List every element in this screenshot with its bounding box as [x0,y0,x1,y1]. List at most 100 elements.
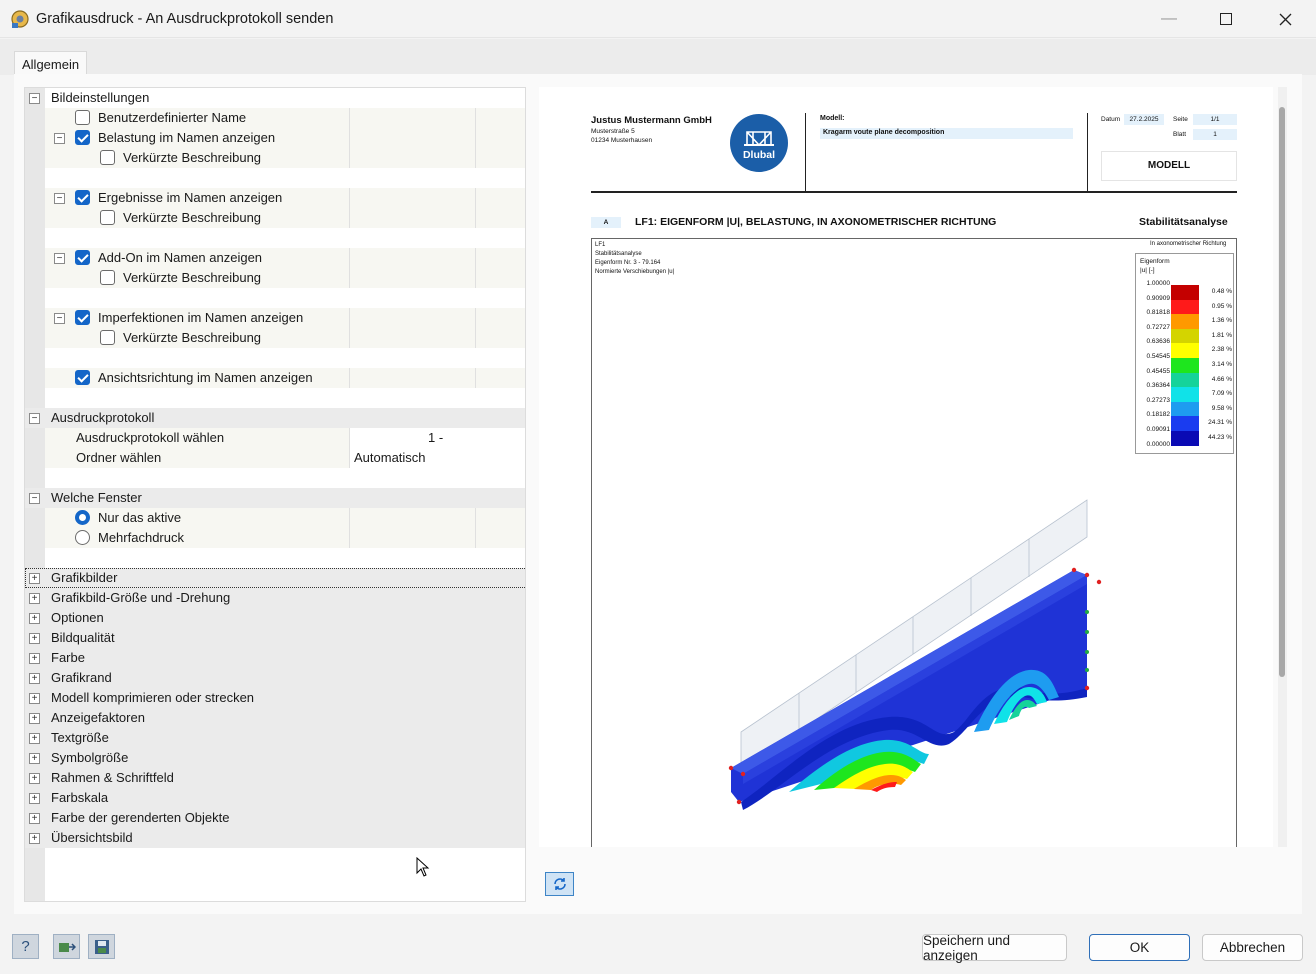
minimize-button[interactable]: — [1146,0,1192,38]
expand-icon[interactable]: + [29,613,40,624]
checkbox[interactable] [75,370,90,385]
legend-unit: |u| [-] [1140,267,1155,274]
scrollbar-thumb[interactable] [1279,107,1285,677]
section-bildqualitaet[interactable]: +Bildqualität [25,628,526,648]
color-legend: Eigenform |u| [-] 1.000000.909090.818180… [1135,253,1234,454]
tab-allgemein[interactable]: Allgemein [14,51,87,75]
expand-icon[interactable]: + [29,653,40,664]
checkbox-label: Belastung im Namen anzeigen [98,128,275,148]
model-graphic [719,492,1119,812]
checkbox[interactable] [75,310,90,325]
protokoll-value: 1 - [428,428,443,448]
radio-button[interactable] [75,530,90,545]
section-uebersichtsbild[interactable]: +Übersichtsbild [25,828,526,848]
section-anzeigefaktoren[interactable]: + Anzeigefaktoren [25,708,526,728]
section-welche-fenster[interactable]: − Welche Fenster [25,488,526,508]
export-button[interactable] [53,934,80,959]
section-optionen[interactable]: +Optionen [25,608,526,628]
section-farbskala[interactable]: +Farbskala [25,788,526,808]
expand-icon[interactable]: + [29,633,40,644]
print-preview: Justus Mustermann GmbH Musterstraße 5 01… [539,87,1273,847]
settings-tree[interactable]: − Bildeinstellungen Benutzerdefinierter … [24,87,526,902]
checkbox[interactable] [75,250,90,265]
expand-icon[interactable]: + [29,833,40,844]
checkbox[interactable] [100,330,115,345]
chapter-right: Stabilitätsanalyse [1139,216,1228,228]
expand-icon[interactable]: + [29,733,40,744]
protokoll-select[interactable]: 1 - [349,428,526,448]
tree-row-mehrfachdruck[interactable]: Mehrfachdruck [45,528,526,548]
tree-row-ergebnisse[interactable]: − Ergebnisse im Namen anzeigen [45,188,526,208]
checkbox-label: Verkürzte Beschreibung [123,148,261,168]
collapse-icon[interactable]: − [54,193,65,204]
refresh-button[interactable] [545,872,574,896]
section-textgroesse[interactable]: +Textgröße [25,728,526,748]
expand-icon[interactable]: + [29,813,40,824]
tree-row-verkuerzt-1[interactable]: Verkürzte Beschreibung [45,148,526,168]
export-icon [58,940,76,954]
collapse-icon[interactable]: − [29,93,40,104]
section-modell-komprimieren[interactable]: +Modell komprimieren oder strecken [25,688,526,708]
app-icon [10,9,30,29]
ordner-select[interactable]: Automatisch [349,448,526,468]
section-grafikbild-groesse[interactable]: +Grafikbild-Größe und -Drehung [25,588,526,608]
checkbox[interactable] [100,150,115,165]
checkbox[interactable] [75,190,90,205]
collapse-icon[interactable]: − [54,313,65,324]
checkbox[interactable] [75,130,90,145]
legend-percent: 1.81 % [1200,332,1232,339]
section-grafikbilder[interactable]: +Grafikbilder [25,568,526,588]
tree-row-addon[interactable]: − Add-On im Namen anzeigen [45,248,526,268]
ok-button[interactable]: OK [1089,934,1190,961]
tree-row-ansichtsrichtung[interactable]: Ansichtsrichtung im Namen anzeigen [45,368,526,388]
expand-icon[interactable]: + [29,693,40,704]
tree-row-verkuerzt-2[interactable]: Verkürzte Beschreibung [45,208,526,228]
section-bildeinstellungen[interactable]: − Bildeinstellungen [25,88,526,108]
expand-icon[interactable]: + [29,593,40,604]
radio-button[interactable] [75,510,90,525]
section-farbe[interactable]: +Farbe [25,648,526,668]
section-label: Grafikrand [51,668,112,688]
header-rule [591,191,1237,193]
section-rahmen-schriftfeld[interactable]: +Rahmen & Schriftfeld [25,768,526,788]
expand-icon[interactable]: + [29,753,40,764]
tree-row-verkuerzt-3[interactable]: Verkürzte Beschreibung [45,268,526,288]
section-ausdruckprotokoll[interactable]: − Ausdruckprotokoll [25,408,526,428]
checkbox-label: Benutzerdefinierter Name [98,108,246,128]
value-cell [349,328,476,348]
tree-row-imperfektionen[interactable]: − Imperfektionen im Namen anzeigen [45,308,526,328]
collapse-icon[interactable]: − [54,133,65,144]
save-and-show-button[interactable]: Speichern und anzeigen [922,934,1067,961]
save-settings-icon [94,939,110,955]
expand-icon[interactable]: + [29,713,40,724]
company-name: Justus Mustermann GmbH [591,115,712,126]
section-farbe-objekte[interactable]: +Farbe der gerenderten Objekte [25,808,526,828]
checkbox[interactable] [75,110,90,125]
collapse-icon[interactable]: − [54,253,65,264]
checkbox[interactable] [100,210,115,225]
cancel-button[interactable]: Abbrechen [1202,934,1303,961]
section-label: Anzeigefaktoren [51,708,145,728]
help-button[interactable]: ? [12,934,39,959]
expand-icon[interactable]: + [29,673,40,684]
section-grafikrand[interactable]: + Grafikrand [25,668,526,688]
tree-row-belastung[interactable]: − Belastung im Namen anzeigen [45,128,526,148]
tree-row-nur-aktive[interactable]: Nur das aktive [45,508,526,528]
close-button[interactable] [1262,0,1308,38]
save-settings-button[interactable] [88,934,115,959]
checkbox[interactable] [100,270,115,285]
expand-icon[interactable]: + [29,573,40,584]
expand-icon[interactable]: + [29,773,40,784]
expand-icon[interactable]: + [29,793,40,804]
tree-row-protokoll-waehlen[interactable]: Ausdruckprotokoll wählen 1 - [45,428,526,448]
collapse-icon[interactable]: − [29,413,40,424]
preview-scrollbar[interactable] [1278,87,1287,847]
tree-row-verkuerzt-4[interactable]: Verkürzte Beschreibung [45,328,526,348]
tree-row-benutzerdefinierter-name[interactable]: Benutzerdefinierter Name [45,108,526,128]
collapse-icon[interactable]: − [29,493,40,504]
tree-row-ordner-waehlen[interactable]: Ordner wählen Automatisch [45,448,526,468]
section-symbolgroesse[interactable]: +Symbolgröße [25,748,526,768]
mouse-cursor-icon [416,857,430,877]
maximize-button[interactable] [1203,0,1249,38]
legend-swatch [1171,402,1199,417]
